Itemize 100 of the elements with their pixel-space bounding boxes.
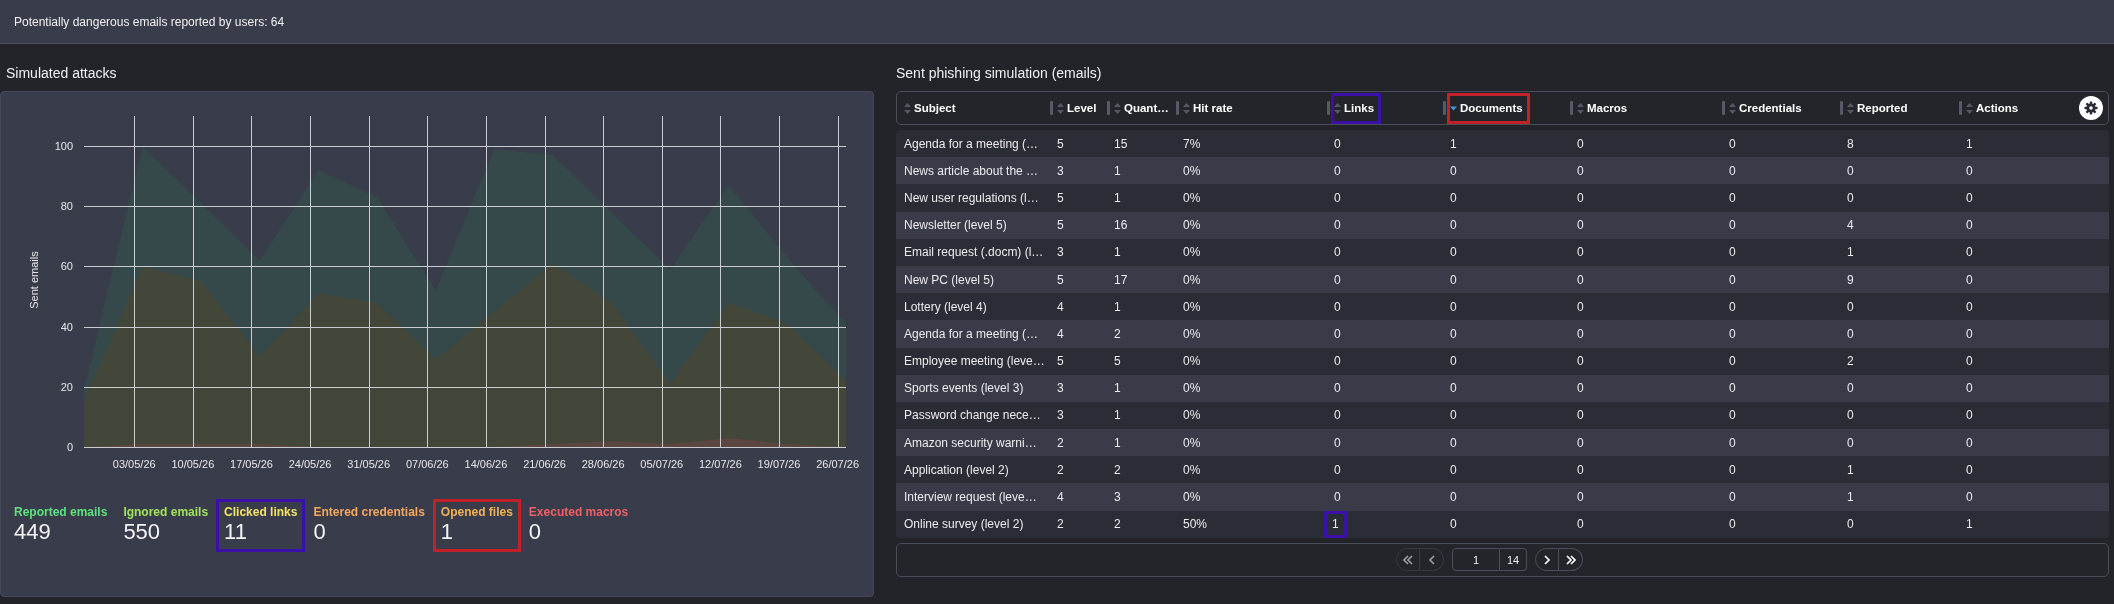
table-cell-text: 0: [1965, 462, 1974, 477]
table-cell-text: 0: [1333, 272, 1342, 287]
table-cell-text: Newsletter (level 5): [903, 218, 1008, 233]
table-cell-text: New PC (level 5): [903, 272, 996, 287]
table-cell-text: 0: [1728, 408, 1737, 423]
table-cell-text: 0: [1965, 354, 1974, 369]
column-header[interactable]: Level: [1054, 92, 1104, 124]
table-cell-text: 0: [1728, 190, 1737, 205]
table-cell-text: 0: [1333, 245, 1342, 260]
table-cell-text: 0: [1965, 435, 1974, 450]
axis-tick-label: 07/06/26: [405, 458, 449, 470]
table-cell-text: Agenda for a meeting (…: [903, 326, 1040, 341]
table-cell-text: 0: [1728, 517, 1737, 532]
column-header[interactable]: Links: [1331, 92, 1382, 124]
stat-label: Ignored emails: [123, 505, 209, 519]
table-cell-text: 0: [1576, 517, 1585, 532]
table-cell-text: 0: [1333, 136, 1342, 151]
stat-label: Reported emails: [14, 505, 108, 519]
table-cell-text: 0: [1449, 408, 1458, 423]
axis-tick-label: 60: [60, 260, 73, 273]
column-header[interactable]: Credentials: [1726, 92, 1809, 124]
table-cell-text: 0: [1449, 218, 1458, 233]
table-cell-text: 1: [1113, 190, 1122, 205]
reported-count-text: Potentially dangerous emails reported by users: 64: [14, 14, 285, 29]
table-cell-text: 0: [1576, 163, 1585, 178]
stat-label: Clicked links: [224, 505, 298, 519]
table-cell-text: Agenda for a meeting (…: [903, 136, 1040, 151]
table-cell-text: 1: [1113, 245, 1122, 260]
table-cell-text: 0: [1846, 517, 1855, 532]
column-header[interactable]: Actions: [1963, 92, 2026, 124]
settings-button[interactable]: [2079, 96, 2103, 120]
table-cell-text: 15: [1113, 136, 1129, 151]
table-cell-text: 0: [1449, 435, 1458, 450]
table-cell-text: 0: [1965, 408, 1974, 423]
table-cell-text: 2: [1113, 517, 1122, 532]
stat-value: 1: [440, 519, 455, 545]
stat-label: Entered credentials: [313, 505, 425, 519]
table-cell-text: 3: [1056, 163, 1065, 178]
table-cell-text: Sports events (level 3): [903, 381, 1025, 396]
table-cell-text: 0: [1728, 272, 1737, 287]
table-cell-text: 0: [1333, 381, 1342, 396]
table-cell-text: 0: [1728, 435, 1737, 450]
table-cell-text: 0: [1576, 218, 1585, 233]
next-page-button[interactable]: [1535, 548, 1559, 572]
section-title: Sent phishing simulation (emails): [896, 64, 1103, 82]
column-header[interactable]: Subject: [901, 92, 963, 124]
table-cell-text: 3: [1113, 490, 1122, 505]
table-cell-text: 0: [1333, 163, 1342, 178]
table-cell-text: 3: [1056, 408, 1065, 423]
stat-value: 0: [313, 519, 327, 545]
table-cell-text: 2: [1113, 462, 1122, 477]
table-cell-text: 2: [1056, 435, 1065, 450]
table-cell-text: 2: [1846, 354, 1855, 369]
page-field[interactable]: 1: [1452, 548, 1500, 572]
table-cell-text: 5: [1056, 272, 1065, 287]
table-cell-text: Application (level 2): [903, 462, 1010, 477]
column-header[interactable]: Reported: [1844, 92, 1915, 124]
table-cell-text: 0: [1449, 517, 1458, 532]
table-cell-text: 1: [1113, 408, 1122, 423]
table-cell-text: Online survey (level 2): [903, 517, 1025, 532]
axis-tick-label: 03/05/26: [112, 458, 156, 470]
table-cell-text: 5: [1056, 354, 1065, 369]
table-cell-text: 0%: [1182, 490, 1202, 505]
table-cell-text: 0: [1846, 190, 1855, 205]
table-cell-text: 2: [1056, 517, 1065, 532]
table-cell-text: 0: [1333, 299, 1342, 314]
table-cell-text: 0%: [1182, 326, 1202, 341]
column-header[interactable]: Quant…: [1111, 92, 1176, 124]
stat-value: 449: [14, 519, 52, 545]
axis-tick-label: 20: [60, 380, 73, 393]
column-header[interactable]: Macros: [1574, 92, 1635, 124]
table-cell-text: 0: [1965, 490, 1974, 505]
table-cell-text: 0: [1965, 190, 1974, 205]
table-cell-text: 0: [1449, 462, 1458, 477]
table-cell-text: 0: [1965, 326, 1974, 341]
table-cell-text: 0: [1576, 354, 1585, 369]
axis-tick-label: 21/06/26: [523, 458, 566, 470]
table-cell-text: 1: [1846, 490, 1855, 505]
table-cell-text: New user regulations (l…: [903, 190, 1040, 205]
table-cell-text: 0: [1576, 408, 1585, 423]
column-header[interactable]: Hit rate: [1180, 92, 1240, 124]
table-cell-text: Password change nece…: [903, 408, 1042, 423]
table-cell-text: 0: [1333, 435, 1342, 450]
table-cell-text: 50%: [1182, 517, 1209, 532]
column-header[interactable]: Documents: [1447, 92, 1530, 124]
axis-tick-label: 28/06/26: [581, 458, 625, 470]
table-cell-text: 0: [1846, 408, 1855, 423]
table-cell-text: 0: [1728, 218, 1737, 233]
table-cell-text: 0%: [1182, 272, 1202, 287]
table-cell-text: 4: [1056, 326, 1065, 341]
table-cell-text: 1: [1113, 435, 1122, 450]
table-cell-text: 1: [1449, 136, 1458, 151]
table-cell-text: 0: [1965, 245, 1974, 260]
table-cell-text: 0%: [1182, 163, 1202, 178]
axis-tick-label: 26/07/26: [816, 458, 860, 470]
axis-tick-label: 17/05/26: [230, 458, 273, 470]
table-cell-text: 0: [1449, 299, 1458, 314]
table-cell-text: 0: [1449, 326, 1458, 341]
table-cell-text: 0: [1576, 462, 1585, 477]
table-cell-text: 2: [1056, 462, 1065, 477]
